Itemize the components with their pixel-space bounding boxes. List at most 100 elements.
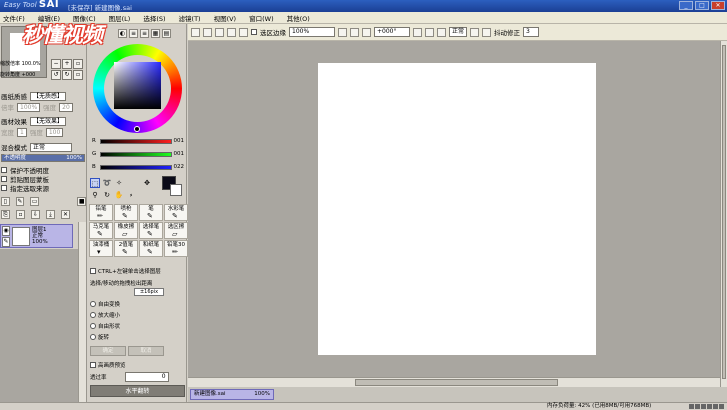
color-wheel[interactable] xyxy=(93,44,182,133)
menu-window[interactable]: 窗口(W) xyxy=(249,13,274,23)
tool-washi-pen[interactable]: 和纸笔 ✎ xyxy=(139,240,163,257)
zoom-select[interactable]: 100% xyxy=(289,27,335,37)
paint-lock-icon[interactable]: ✎ xyxy=(2,237,10,247)
rotate-icon[interactable]: ↻ xyxy=(102,190,112,200)
saturation-value-square[interactable] xyxy=(114,62,161,109)
lasso-icon[interactable]: ➰ xyxy=(102,178,112,188)
maximize-button[interactable]: □ xyxy=(695,1,709,10)
background-color-swatch[interactable] xyxy=(170,184,182,196)
horizontal-scroll-thumb[interactable] xyxy=(355,379,558,386)
stabilizer-icon[interactable] xyxy=(482,27,491,37)
eyedropper-icon[interactable]: ⸗ xyxy=(126,190,136,200)
menu-view[interactable]: 视图(V) xyxy=(214,13,237,23)
mode-free-transform[interactable]: 自由变换 xyxy=(90,300,185,308)
canvas-area[interactable] xyxy=(188,41,720,377)
magic-wand-icon[interactable]: ✧ xyxy=(114,178,124,188)
tool-brush[interactable]: 笔 ✎ xyxy=(139,204,163,221)
tool-binary-pen[interactable]: 2值笔 ✎ xyxy=(114,240,138,257)
tool-eraser[interactable]: 橡皮擦 ▱ xyxy=(114,222,138,239)
scale-radio[interactable] xyxy=(90,312,96,318)
tool-pencil[interactable]: 铅笔 ✏ xyxy=(89,204,113,221)
visibility-eye-icon[interactable]: ◉ xyxy=(2,226,10,236)
flip-horizontal-button[interactable]: 水平翻转 xyxy=(90,385,185,397)
zoom-plus-button[interactable]: + xyxy=(62,59,72,69)
scratchpad-icon[interactable]: ▤ xyxy=(162,28,171,38)
flip-view-icon[interactable] xyxy=(470,27,479,37)
hand-icon[interactable]: ✋ xyxy=(114,190,124,200)
tool-bucket[interactable]: 油漆桶 ▾ xyxy=(89,240,113,257)
angle-select[interactable]: +000° xyxy=(374,27,410,37)
paper-texture-select[interactable]: 【无质感】 xyxy=(30,91,67,101)
ctrl-select-checkbox[interactable] xyxy=(90,268,96,274)
hue-picker-handle[interactable] xyxy=(134,126,140,132)
blend-mode-select[interactable]: 正常 xyxy=(30,142,72,152)
rotate-reset-button[interactable]: ▫ xyxy=(73,70,83,80)
ctrl-select-option[interactable]: CTRL+左键单击选择图层 xyxy=(90,267,185,275)
rotate-reset-icon[interactable] xyxy=(437,27,446,37)
menu-other[interactable]: 其他(O) xyxy=(287,13,310,23)
menu-select[interactable]: 选择(S) xyxy=(143,13,165,23)
move-icon[interactable]: ✥ xyxy=(142,178,152,188)
merge-down-icon[interactable]: ⇩ xyxy=(31,209,40,219)
vertical-scrollbar[interactable] xyxy=(720,41,727,387)
menu-filter[interactable]: 滤镜(T) xyxy=(179,13,201,23)
stabilizer-select[interactable]: 3 xyxy=(523,27,539,37)
opacity-slider[interactable]: 不透明度 100% xyxy=(1,154,85,162)
merge-visible-icon[interactable]: ⤓ xyxy=(46,209,55,219)
selection-source-checkbox[interactable] xyxy=(1,185,7,191)
zoom-out-icon[interactable] xyxy=(338,27,347,37)
hq-preview-option[interactable]: 高画质预览 xyxy=(90,361,185,369)
horizontal-scrollbar[interactable] xyxy=(188,377,720,387)
show-select-icon[interactable] xyxy=(239,27,248,37)
detect-distance-field[interactable]: ±16pix xyxy=(134,288,164,296)
layer-row[interactable]: ◉ ✎ 图层1 正常 100% xyxy=(0,224,73,248)
tool-airbrush[interactable]: 喷枪 ✎ xyxy=(114,204,138,221)
rotate-right-button[interactable]: ↻ xyxy=(62,70,72,80)
rotate-cw-icon[interactable] xyxy=(425,27,434,37)
new-folder-icon[interactable]: ▭ xyxy=(30,196,39,206)
tool-pencil30[interactable]: 铅笔30 ✏ xyxy=(164,240,188,257)
hsv-slider-icon[interactable]: ≡ xyxy=(140,28,149,38)
drawing-canvas[interactable] xyxy=(318,63,596,355)
document-tab[interactable]: 新建图像.sai 100% xyxy=(190,389,274,400)
zoom-minus-button[interactable]: − xyxy=(51,59,61,69)
delete-layer-icon[interactable]: ✕ xyxy=(61,209,70,219)
mode-scale[interactable]: 放大缩小 xyxy=(90,311,185,319)
zoom-icon[interactable]: ⚲ xyxy=(90,190,100,200)
layer-scrollbar[interactable] xyxy=(78,222,86,410)
tool-select-pen[interactable]: 选择笔 ✎ xyxy=(139,222,163,239)
tool-select-eraser[interactable]: 选区擦 ▱ xyxy=(164,222,188,239)
invert-select-icon[interactable] xyxy=(227,27,236,37)
swatches-icon[interactable]: ▦ xyxy=(151,28,160,38)
green-slider[interactable]: G 001 xyxy=(92,150,184,159)
copy-layer-icon[interactable]: ⎘ xyxy=(1,209,10,219)
minimize-button[interactable]: _ xyxy=(679,1,693,10)
zoom-fit-icon[interactable] xyxy=(362,27,371,37)
paper-effect-select[interactable]: 【无效果】 xyxy=(30,116,67,126)
zoom-reset-button[interactable]: ▫ xyxy=(73,59,83,69)
hq-preview-checkbox[interactable] xyxy=(90,362,96,368)
tool-marker[interactable]: 马克笔 ✎ xyxy=(89,222,113,239)
option-selection-source[interactable]: 指定选取来源 xyxy=(1,183,86,193)
protect-alpha-checkbox[interactable] xyxy=(1,167,7,173)
rotate-left-button[interactable]: ↺ xyxy=(51,70,61,80)
view-mode-select[interactable]: 正常 xyxy=(449,27,467,37)
antialias-checkbox[interactable] xyxy=(251,29,257,35)
rgb-slider-icon[interactable]: ≡ xyxy=(129,28,138,38)
blue-slider[interactable]: B 022 xyxy=(92,163,184,172)
close-button[interactable]: ✕ xyxy=(711,1,725,10)
mode-free-shape[interactable]: 自由形状 xyxy=(90,322,185,330)
menu-layer[interactable]: 图层(L) xyxy=(109,13,131,23)
new-layer-icon[interactable]: ▯ xyxy=(1,196,10,206)
rect-select-icon[interactable]: ⬚ xyxy=(90,178,100,188)
tool-watercolor[interactable]: 水彩笔 ✎ xyxy=(164,204,188,221)
mask-icon[interactable]: ■ xyxy=(77,196,86,206)
clipping-checkbox[interactable] xyxy=(1,176,7,182)
undo-icon[interactable] xyxy=(191,27,200,37)
rotate-ccw-icon[interactable] xyxy=(413,27,422,37)
rotate-radio[interactable] xyxy=(90,334,96,340)
deselect-icon[interactable] xyxy=(215,27,224,37)
redo-icon[interactable] xyxy=(203,27,212,37)
free-transform-radio[interactable] xyxy=(90,301,96,307)
clear-layer-icon[interactable]: ▫ xyxy=(16,209,25,219)
